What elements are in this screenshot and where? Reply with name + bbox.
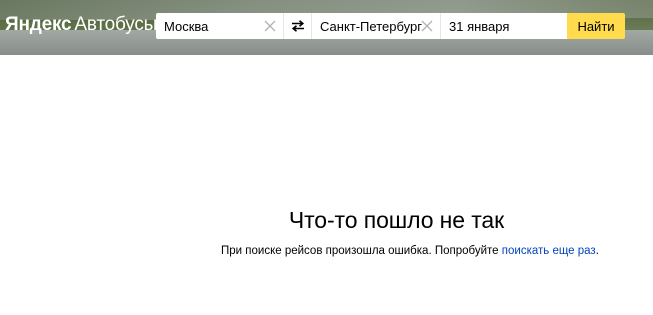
logo-brand[interactable]: Яндекс: [5, 14, 72, 35]
date-input[interactable]: [441, 13, 567, 39]
retry-search-link[interactable]: поискать еще раз: [502, 245, 596, 257]
to-field[interactable]: [312, 13, 440, 39]
logo-service[interactable]: Автобусы: [74, 14, 157, 35]
search-bar: Найти: [156, 13, 628, 39]
from-clear-button[interactable]: [263, 19, 277, 33]
error-message-end: .: [595, 245, 599, 257]
error-message: При поиске рейсов произошла ошибка. Попр…: [221, 245, 599, 257]
logo[interactable]: Яндекс Автобусы: [5, 14, 157, 36]
error-message-text: При поиске рейсов произошла ошибка. Попр…: [221, 245, 502, 257]
swap-arrows-icon: [291, 20, 304, 32]
date-field[interactable]: [441, 13, 567, 39]
swap-direction-button[interactable]: [283, 13, 312, 39]
header-banner: Яндекс Автобусы Москва Санкт-Петербург 3…: [0, 0, 653, 55]
to-clear-button[interactable]: [420, 19, 434, 33]
from-field[interactable]: [156, 13, 283, 39]
close-icon: [264, 20, 276, 32]
error-title: Что-то пошло не так: [288, 207, 505, 233]
search-button[interactable]: Найти: [567, 13, 625, 39]
close-icon: [421, 20, 433, 32]
